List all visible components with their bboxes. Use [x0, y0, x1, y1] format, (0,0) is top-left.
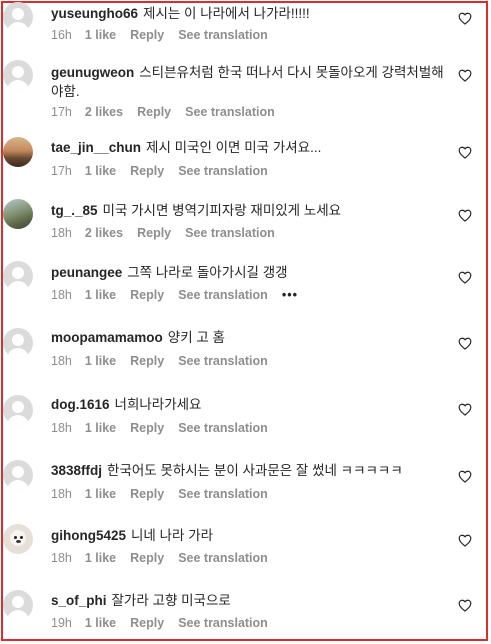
comment-time: 18h	[51, 551, 72, 565]
reply-button[interactable]: Reply	[130, 28, 164, 42]
heart-icon[interactable]	[458, 403, 472, 416]
likes-count[interactable]: 1 like	[85, 551, 116, 565]
likes-count[interactable]: 1 like	[85, 28, 116, 42]
comment-text: 제시 미국인 이면 미국 가셔요...	[146, 140, 322, 155]
heart-icon[interactable]	[458, 470, 472, 483]
more-options-icon[interactable]: •••	[282, 288, 298, 302]
avatar[interactable]	[3, 60, 33, 90]
avatar[interactable]	[3, 261, 33, 291]
comment-time: 17h	[51, 164, 72, 178]
comment-text: 그쪽 나라로 돌아가시길 갱갱	[127, 265, 288, 280]
reply-button[interactable]: Reply	[130, 421, 164, 435]
likes-count[interactable]: 1 like	[85, 616, 116, 630]
see-translation-link[interactable]: See translation	[178, 421, 268, 435]
heart-icon[interactable]	[458, 12, 472, 25]
likes-count[interactable]: 2 likes	[85, 105, 123, 119]
see-translation-link[interactable]: See translation	[178, 616, 268, 630]
avatar[interactable]	[3, 590, 33, 620]
comment-time: 18h	[51, 288, 72, 302]
comment-time: 18h	[51, 226, 72, 240]
comment-username[interactable]: 3838ffdj	[51, 463, 102, 478]
heart-icon[interactable]	[458, 534, 472, 547]
heart-icon[interactable]	[458, 69, 472, 82]
comment-time: 18h	[51, 421, 72, 435]
see-translation-link[interactable]: See translation	[178, 288, 268, 302]
reply-button[interactable]: Reply	[130, 551, 164, 565]
comment-time: 16h	[51, 28, 72, 42]
comment-text: 한국어도 못하시는 분이 사과문은 잘 썼네 ㅋㅋㅋㅋㅋ	[107, 463, 403, 478]
heart-icon[interactable]	[458, 271, 472, 284]
comment-time: 19h	[51, 616, 72, 630]
comment-username[interactable]: dog.1616	[51, 397, 110, 412]
comment-username[interactable]: tg_._85	[51, 203, 98, 218]
see-translation-link[interactable]: See translation	[178, 354, 268, 368]
see-translation-link[interactable]: See translation	[178, 551, 268, 565]
heart-icon[interactable]	[458, 146, 472, 159]
likes-count[interactable]: 1 like	[85, 288, 116, 302]
likes-count[interactable]: 1 like	[85, 164, 116, 178]
heart-icon[interactable]	[458, 209, 472, 222]
avatar[interactable]	[3, 199, 33, 229]
reply-button[interactable]: Reply	[130, 288, 164, 302]
avatar[interactable]	[3, 137, 33, 167]
comment-username[interactable]: geunugweon	[51, 65, 134, 80]
see-translation-link[interactable]: See translation	[178, 164, 268, 178]
heart-icon[interactable]	[458, 599, 472, 612]
avatar[interactable]	[3, 328, 33, 358]
likes-count[interactable]: 1 like	[85, 421, 116, 435]
heart-icon[interactable]	[458, 337, 472, 350]
avatar[interactable]	[3, 524, 33, 554]
comment-text: 잘가라 고향 미국으로	[111, 593, 231, 608]
comment-time: 17h	[51, 105, 72, 119]
comment-username[interactable]: moopamamamoo	[51, 330, 163, 345]
comment-text: 니네 나라 가라	[131, 528, 214, 543]
see-translation-link[interactable]: See translation	[178, 487, 268, 501]
comment-text: 양키 고 홈	[167, 330, 225, 345]
likes-count[interactable]: 1 like	[85, 487, 116, 501]
see-translation-link[interactable]: See translation	[178, 28, 268, 42]
comment-time: 18h	[51, 487, 72, 501]
reply-button[interactable]: Reply	[130, 164, 164, 178]
comment-text: 너희나라가세요	[114, 397, 202, 412]
reply-button[interactable]: Reply	[137, 226, 171, 240]
avatar[interactable]	[3, 395, 33, 425]
comment-username[interactable]: s_of_phi	[51, 593, 107, 608]
likes-count[interactable]: 2 likes	[85, 226, 123, 240]
reply-button[interactable]: Reply	[130, 616, 164, 630]
likes-count[interactable]: 1 like	[85, 354, 116, 368]
reply-button[interactable]: Reply	[130, 487, 164, 501]
reply-button[interactable]: Reply	[137, 105, 171, 119]
avatar[interactable]	[3, 460, 33, 490]
reply-button[interactable]: Reply	[130, 354, 164, 368]
comment-text: 제시는 이 나라에서 나가라!!!!!	[143, 6, 310, 21]
comment-time: 18h	[51, 354, 72, 368]
comment-username[interactable]: peunangee	[51, 265, 122, 280]
avatar[interactable]	[3, 2, 33, 32]
comment-text: 미국 가시면 병역기피자랑 재미있게 노세요	[102, 203, 342, 218]
comment-username[interactable]: tae_jin__chun	[51, 140, 141, 155]
see-translation-link[interactable]: See translation	[185, 105, 275, 119]
comment-username[interactable]: gihong5425	[51, 528, 126, 543]
see-translation-link[interactable]: See translation	[185, 226, 275, 240]
comment-username[interactable]: yuseungho66	[51, 6, 138, 21]
